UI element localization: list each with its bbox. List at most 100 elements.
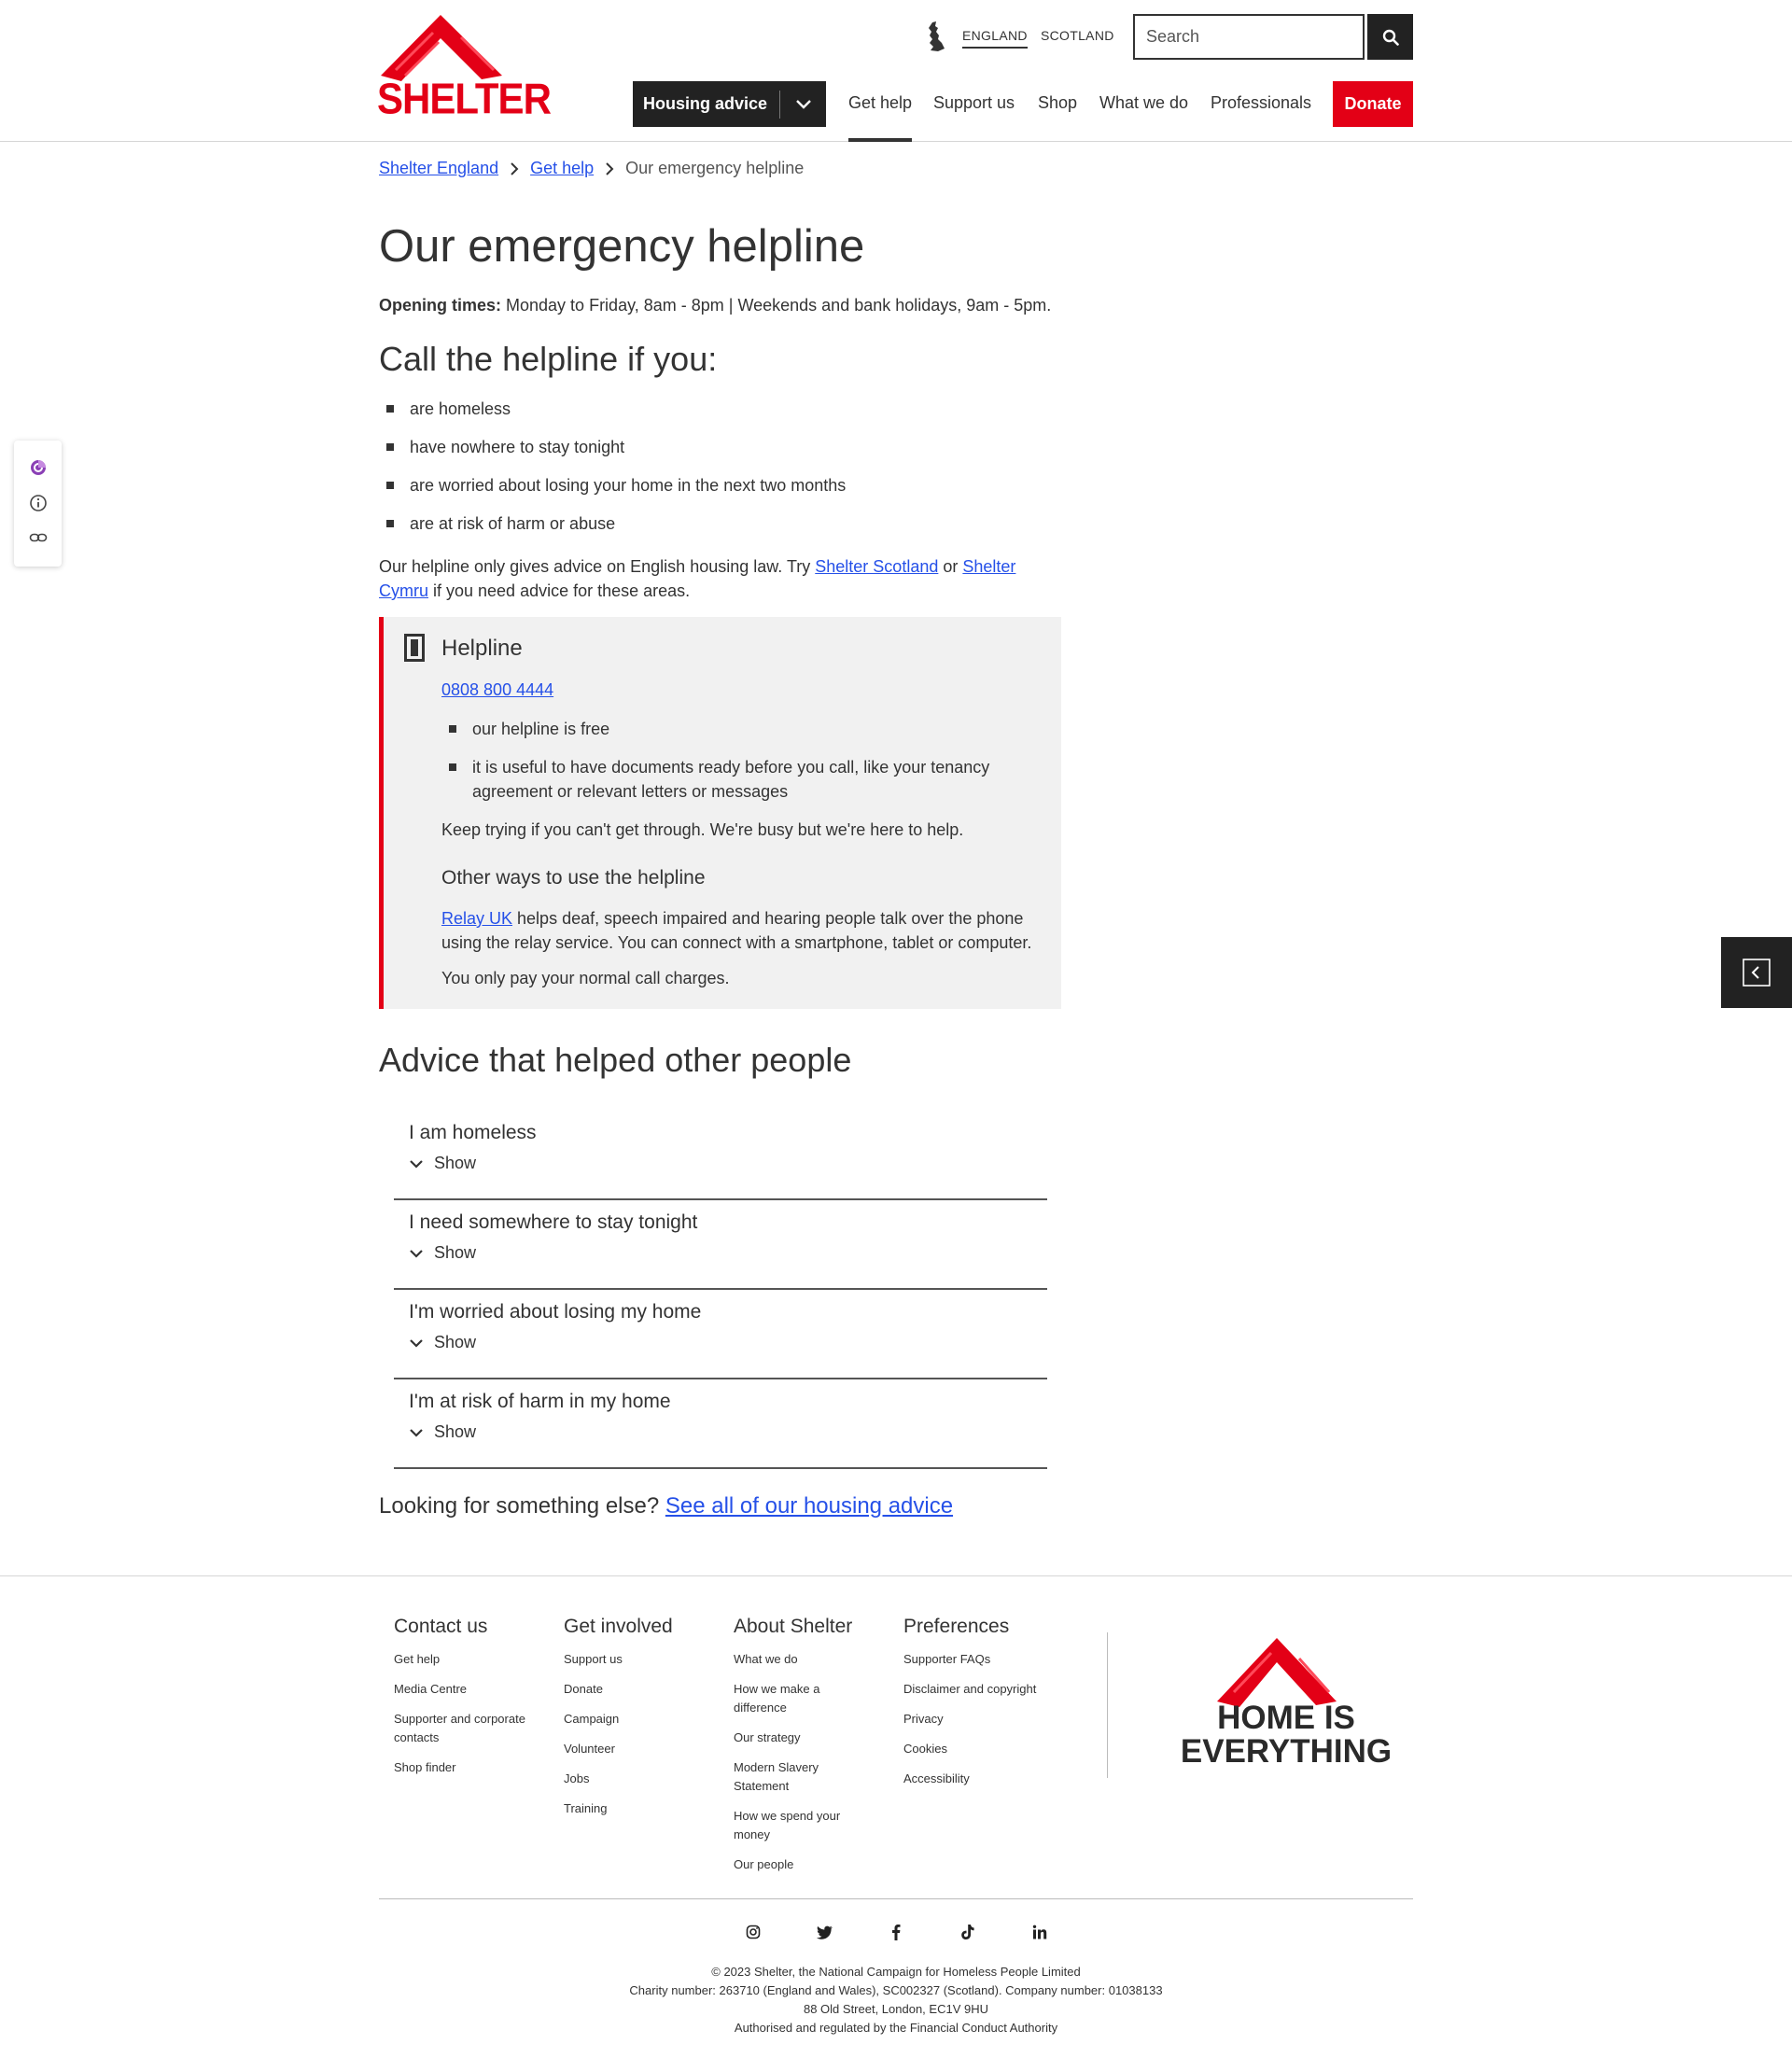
footer-link[interactable]: Donate — [564, 1680, 722, 1699]
bullet — [386, 520, 394, 527]
list-item-text: have nowhere to stay tonight — [410, 438, 625, 456]
footer-link[interactable]: Cookies — [903, 1740, 1062, 1758]
list-item: have nowhere to stay tonight — [379, 438, 846, 476]
search-button[interactable] — [1367, 14, 1413, 60]
footer-link[interactable]: Accessibility — [903, 1770, 1062, 1788]
legal-info: © 2023 Shelter, the National Campaign fo… — [0, 1963, 1792, 2037]
chevron-down-icon — [410, 1249, 423, 1258]
relay-uk-link[interactable]: Relay UK — [441, 909, 512, 928]
footer-column-contact: Contact us Get help Media Centre Support… — [394, 1616, 553, 1788]
chevron-down-icon — [410, 1159, 423, 1169]
logo-text[interactable]: SHELTER — [377, 75, 552, 124]
footer-column-title: Preferences — [903, 1616, 1010, 1637]
chevron-left-icon — [1743, 959, 1771, 987]
footer-link[interactable]: How we spend your money — [734, 1807, 864, 1844]
helpline-panel: Helpline 0808 800 4444 our helpline is f… — [379, 617, 1061, 1009]
footer-column-title: About Shelter — [734, 1616, 853, 1637]
list-item: it is useful to have documents ready bef… — [441, 755, 1039, 804]
helpline-phone-link[interactable]: 0808 800 4444 — [441, 680, 553, 700]
footer-link[interactable]: Supporter FAQs — [903, 1650, 1062, 1669]
footer-link[interactable]: Volunteer — [564, 1740, 722, 1758]
english-law-notice: Our helpline only gives advice on Englis… — [379, 554, 1060, 603]
accordion-item[interactable]: I am homeless Show — [394, 1111, 1047, 1200]
list-item: our helpline is free — [441, 717, 1039, 741]
nav-get-help[interactable]: Get help — [848, 93, 912, 113]
footer-link[interactable]: Our people — [734, 1855, 864, 1874]
accordion-show-toggle[interactable]: Show — [409, 1243, 1047, 1263]
housing-advice-label: Housing advice — [643, 94, 768, 113]
accordion-item[interactable]: I'm worried about losing my home Show — [394, 1290, 1047, 1379]
link-icon[interactable] — [28, 527, 49, 548]
relay-uk-text: Relay UK helps deaf, speech impaired and… — [441, 906, 1057, 955]
accordion-title[interactable]: I'm at risk of harm in my home — [409, 1391, 1047, 1413]
side-panel-toggle-button[interactable] — [1721, 937, 1792, 1008]
legal-line: 88 Old Street, London, EC1V 9HU — [803, 2002, 988, 2016]
nav-professionals[interactable]: Professionals — [1211, 93, 1311, 113]
footer-column-preferences: Preferences Supporter FAQs Disclaimer an… — [903, 1616, 1062, 1799]
footer-link[interactable]: Support us — [564, 1650, 722, 1669]
accordion-item[interactable]: I'm at risk of harm in my home Show — [394, 1379, 1047, 1469]
footer-link[interactable]: What we do — [734, 1650, 864, 1669]
footer-link[interactable]: Media Centre — [394, 1680, 553, 1699]
accordion-show-toggle[interactable]: Show — [409, 1333, 1047, 1352]
footer-link[interactable]: Disclaimer and copyright — [903, 1680, 1062, 1699]
info-icon[interactable] — [28, 493, 49, 513]
instagram-icon[interactable] — [742, 1921, 764, 1943]
shelter-scotland-link[interactable]: Shelter Scotland — [815, 557, 938, 576]
search-input[interactable] — [1133, 14, 1365, 60]
bullet — [386, 443, 394, 451]
footer-column-get-involved: Get involved Support us Donate Campaign … — [564, 1616, 722, 1829]
footer-link[interactable]: Modern Slavery Statement — [734, 1758, 864, 1796]
breadcrumb: Shelter England Get help Our emergency h… — [379, 159, 804, 178]
footer-link[interactable]: Jobs — [564, 1770, 722, 1788]
footer-link[interactable]: Campaign — [564, 1710, 722, 1729]
footer-link[interactable]: Our strategy — [734, 1729, 864, 1747]
breadcrumb-shelter-england[interactable]: Shelter England — [379, 159, 498, 178]
helpline-title: Helpline — [441, 636, 523, 661]
advice-accordion: I am homeless Show I need somewhere to s… — [394, 1111, 1047, 1469]
chevron-down-icon — [410, 1338, 423, 1348]
looking-text: Looking for something else? — [379, 1493, 665, 1519]
legal-line: Authorised and regulated by the Financia… — [734, 2021, 1058, 2035]
region-england-link[interactable]: ENGLAND — [962, 28, 1028, 49]
phone-icon — [404, 634, 425, 662]
accordion-show-toggle[interactable]: Show — [409, 1422, 1047, 1442]
site-footer: Contact us Get help Media Centre Support… — [0, 1575, 1792, 2072]
list-item: are homeless — [379, 399, 846, 438]
nav-shop[interactable]: Shop — [1038, 93, 1077, 113]
footer-link[interactable]: Get help — [394, 1650, 553, 1669]
extension-icon[interactable] — [28, 457, 49, 478]
accordion-item[interactable]: I need somewhere to stay tonight Show — [394, 1200, 1047, 1290]
footer-column-title: Contact us — [394, 1616, 488, 1637]
accordion-title[interactable]: I'm worried about losing my home — [409, 1301, 1047, 1323]
nav-what-we-do[interactable]: What we do — [1099, 93, 1188, 113]
law-text-post: if you need advice for these areas. — [428, 581, 691, 600]
housing-advice-menu-button[interactable]: Housing advice — [633, 81, 826, 127]
footer-link[interactable]: Training — [564, 1799, 722, 1818]
bullet — [386, 482, 394, 489]
linkedin-icon[interactable] — [1029, 1921, 1051, 1943]
footer-column-title: Get involved — [564, 1616, 673, 1637]
nav-support-us[interactable]: Support us — [933, 93, 1015, 113]
facebook-icon[interactable] — [885, 1921, 907, 1943]
breadcrumb-get-help[interactable]: Get help — [530, 159, 594, 178]
all-housing-advice-link[interactable]: See all of our housing advice — [665, 1493, 953, 1519]
footer-column-about: About Shelter What we do How we make a d… — [734, 1616, 864, 1885]
accordion-title[interactable]: I am homeless — [409, 1122, 1047, 1144]
footer-link[interactable]: Supporter and corporate contacts — [394, 1710, 553, 1747]
footer-link[interactable]: How we make a difference — [734, 1680, 864, 1717]
footer-link[interactable]: Shop finder — [394, 1758, 553, 1777]
donate-button[interactable]: Donate — [1333, 81, 1413, 127]
bullet — [449, 763, 456, 771]
footer-link[interactable]: Privacy — [903, 1710, 1062, 1729]
list-item-text: are at risk of harm or abuse — [410, 514, 616, 533]
region-scotland-link[interactable]: SCOTLAND — [1041, 28, 1114, 43]
opening-times-label: Opening times: — [379, 296, 502, 315]
call-criteria-list: are homeless have nowhere to stay tonigh… — [379, 399, 846, 553]
accordion-title[interactable]: I need somewhere to stay tonight — [409, 1211, 1047, 1234]
accordion-show-toggle[interactable]: Show — [409, 1154, 1047, 1173]
advice-heading: Advice that helped other people — [379, 1041, 852, 1079]
chevron-down-icon — [780, 99, 826, 110]
tiktok-icon[interactable] — [957, 1921, 979, 1943]
twitter-icon[interactable] — [814, 1921, 836, 1943]
